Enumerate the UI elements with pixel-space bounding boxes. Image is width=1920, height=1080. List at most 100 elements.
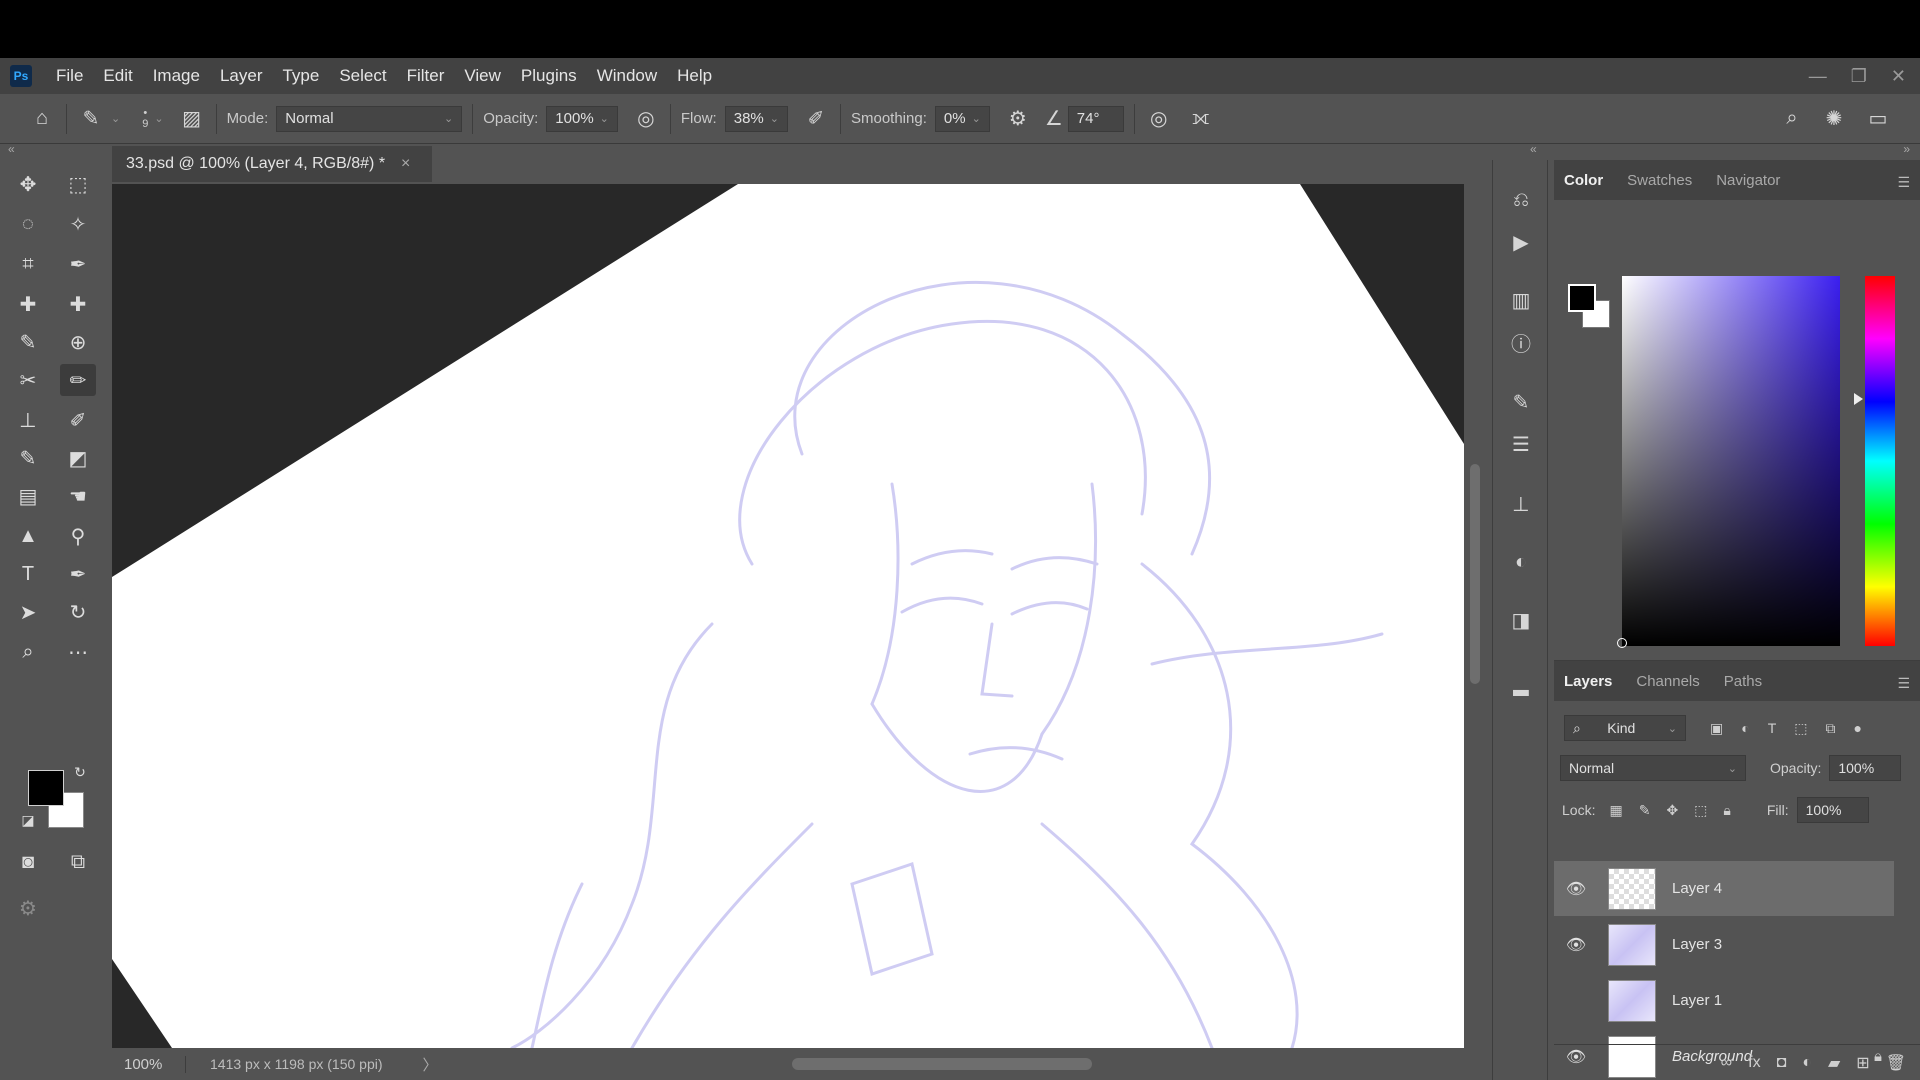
new-group-icon[interactable]: ▰ bbox=[1828, 1053, 1840, 1073]
search-icon[interactable]: ⌕ bbox=[1778, 105, 1806, 133]
filter-adjustment-icon[interactable]: ◐ bbox=[1741, 720, 1749, 736]
minimize-button[interactable]: — bbox=[1809, 66, 1827, 87]
blur-tool-icon[interactable]: ▲ bbox=[10, 520, 46, 552]
panel-menu-icon[interactable]: ☰ bbox=[1897, 675, 1910, 692]
eye-icon[interactable]: 👁︎ bbox=[1554, 879, 1598, 899]
clone-stamp-tool-icon[interactable]: ⊥ bbox=[10, 404, 46, 436]
lock-all-icon[interactable]: 🔒︎ bbox=[1723, 802, 1730, 819]
menu-filter[interactable]: Filter bbox=[397, 58, 455, 94]
fx-icon[interactable]: fx bbox=[1748, 1054, 1760, 1072]
crop-tool-icon[interactable]: ⌗ bbox=[10, 248, 46, 280]
chevron-down-icon[interactable]: ⌄ bbox=[111, 112, 120, 125]
adjustment-layer-icon[interactable]: ◐ bbox=[1802, 1054, 1812, 1072]
filter-smart-object-icon[interactable]: ⧉ bbox=[1826, 720, 1836, 737]
tab-swatches[interactable]: Swatches bbox=[1627, 172, 1692, 189]
history-panel-icon[interactable]: ⎌ bbox=[1505, 184, 1537, 216]
red-eye-tool-icon[interactable]: ✂ bbox=[10, 364, 46, 396]
pen-tool-icon[interactable]: ✒ bbox=[60, 558, 96, 590]
vertical-scroll-thumb[interactable] bbox=[1470, 464, 1480, 684]
layer-row-layer-1[interactable]: · Layer 1 bbox=[1554, 973, 1894, 1028]
lock-artboard-icon[interactable]: ⬚ bbox=[1694, 802, 1707, 819]
layer-row-layer-3[interactable]: 👁︎ Layer 3 bbox=[1554, 917, 1894, 972]
mode-dropdown[interactable]: Normal ⌄ bbox=[276, 105, 463, 132]
adjustments-panel-icon[interactable]: ◐ bbox=[1505, 546, 1537, 578]
add-mask-icon[interactable]: ◘ bbox=[1777, 1054, 1787, 1072]
menu-help[interactable]: Help bbox=[667, 58, 722, 94]
close-window-button[interactable]: ✕ bbox=[1891, 66, 1906, 87]
lock-transparent-icon[interactable]: ▦ bbox=[1609, 802, 1622, 819]
eyedropper-tool-icon[interactable]: ✒ bbox=[60, 248, 96, 280]
menu-type[interactable]: Type bbox=[272, 58, 329, 94]
pressure-size-icon[interactable]: ◎ bbox=[1145, 105, 1173, 133]
default-colors-icon[interactable]: ◪ bbox=[16, 808, 40, 832]
trash-icon[interactable]: 🗑︎ bbox=[1886, 1053, 1906, 1073]
discover-icon[interactable]: ✺ bbox=[1820, 105, 1848, 133]
content-aware-tool-icon[interactable]: ⊕ bbox=[60, 326, 96, 358]
path-selection-tool-icon[interactable]: ➤ bbox=[10, 596, 46, 628]
tab-color[interactable]: Color bbox=[1564, 172, 1603, 189]
tab-channels[interactable]: Channels bbox=[1636, 673, 1699, 690]
eraser-tool-icon[interactable]: ◩ bbox=[60, 442, 96, 474]
color-picker-cursor[interactable] bbox=[1617, 638, 1627, 648]
more-tools-icon[interactable]: ⋯ bbox=[60, 636, 96, 668]
hue-slider-handle[interactable] bbox=[1854, 393, 1863, 405]
home-icon[interactable]: ⌂ bbox=[28, 105, 56, 133]
move-tool-icon[interactable]: ✥ bbox=[10, 168, 46, 200]
filter-type-icon[interactable]: T bbox=[1768, 720, 1777, 736]
airbrush-icon[interactable]: ✐ bbox=[802, 105, 830, 133]
filter-shape-icon[interactable]: ⬚ bbox=[1794, 720, 1807, 737]
document-tab[interactable]: 33.psd @ 100% (Layer 4, RGB/8#) * × bbox=[112, 146, 432, 182]
swap-colors-icon[interactable]: ↻ bbox=[68, 760, 92, 784]
fill-field[interactable]: 100% bbox=[1796, 797, 1869, 823]
marquee-tool-icon[interactable]: ⬚ bbox=[60, 168, 96, 200]
angle-field[interactable]: 74° bbox=[1067, 105, 1124, 132]
chevron-down-icon[interactable]: ⌄ bbox=[154, 112, 163, 125]
eye-hidden-icon[interactable]: · bbox=[1554, 992, 1598, 1010]
menu-file[interactable]: File bbox=[46, 58, 93, 94]
zoom-level[interactable]: 100% bbox=[112, 1055, 186, 1073]
brushes-panel-icon[interactable]: ✎ bbox=[1505, 386, 1537, 418]
collapse-left-icon[interactable]: « bbox=[8, 142, 15, 156]
saturation-brightness-field[interactable] bbox=[1622, 276, 1840, 646]
healing-brush-tool-icon[interactable]: ✚ bbox=[60, 288, 96, 320]
flow-field[interactable]: 38% ⌄ bbox=[724, 105, 788, 132]
symmetry-icon[interactable]: ⟗ bbox=[1187, 105, 1215, 133]
canvas[interactable] bbox=[112, 184, 1464, 1048]
brush-tool-icon[interactable]: ✏ bbox=[60, 364, 96, 396]
menu-image[interactable]: Image bbox=[143, 58, 210, 94]
clone-source-panel-icon[interactable]: ⊥ bbox=[1505, 488, 1537, 520]
menu-plugins[interactable]: Plugins bbox=[511, 58, 587, 94]
foreground-color-swatch[interactable] bbox=[1568, 284, 1596, 312]
dodge-tool-icon[interactable]: ⚲ bbox=[60, 520, 96, 552]
menu-select[interactable]: Select bbox=[329, 58, 396, 94]
hue-slider[interactable] bbox=[1865, 276, 1895, 646]
lasso-tool-icon[interactable]: ◌ bbox=[10, 208, 46, 240]
libraries-panel-icon[interactable]: ▥ bbox=[1505, 284, 1537, 316]
menu-edit[interactable]: Edit bbox=[93, 58, 142, 94]
status-menu-arrow[interactable]: 〉 bbox=[423, 1054, 438, 1075]
brush-size-picker[interactable]: • 9 bbox=[142, 107, 148, 130]
lock-position-icon[interactable]: ✥ bbox=[1666, 802, 1678, 819]
actions-panel-icon[interactable]: ▶ bbox=[1505, 226, 1537, 258]
layer-filter-dropdown[interactable]: ⌕ Kind ⌄ bbox=[1564, 715, 1686, 741]
panel-menu-icon[interactable]: ☰ bbox=[1897, 174, 1910, 191]
restore-button[interactable]: ❐ bbox=[1851, 66, 1867, 87]
layer-opacity-field[interactable]: 100% bbox=[1829, 755, 1902, 781]
art-history-tool-icon[interactable]: ✎ bbox=[10, 442, 46, 474]
expand-right-icon[interactable]: » bbox=[1903, 142, 1910, 156]
canvas-area[interactable] bbox=[112, 184, 1464, 1048]
zoom-tool-icon[interactable]: ⌕ bbox=[10, 636, 46, 668]
tab-layers[interactable]: Layers bbox=[1564, 673, 1612, 690]
tab-paths[interactable]: Paths bbox=[1724, 673, 1762, 690]
eye-icon[interactable]: 👁︎ bbox=[1554, 935, 1598, 955]
blend-mode-dropdown[interactable]: Normal ⌄ bbox=[1560, 755, 1746, 781]
opacity-field[interactable]: 100% ⌄ bbox=[546, 105, 618, 132]
info-panel-icon[interactable]: ⓘ bbox=[1505, 326, 1537, 358]
magic-wand-tool-icon[interactable]: ✧ bbox=[60, 208, 96, 240]
menu-window[interactable]: Window bbox=[587, 58, 667, 94]
lock-image-icon[interactable]: ✎ bbox=[1639, 802, 1651, 819]
quick-mask-icon[interactable]: ◙ bbox=[10, 846, 46, 878]
brush-preset-icon[interactable]: ✎ bbox=[77, 105, 105, 133]
spot-healing-tool-icon[interactable]: ✚ bbox=[10, 288, 46, 320]
menu-view[interactable]: View bbox=[454, 58, 511, 94]
